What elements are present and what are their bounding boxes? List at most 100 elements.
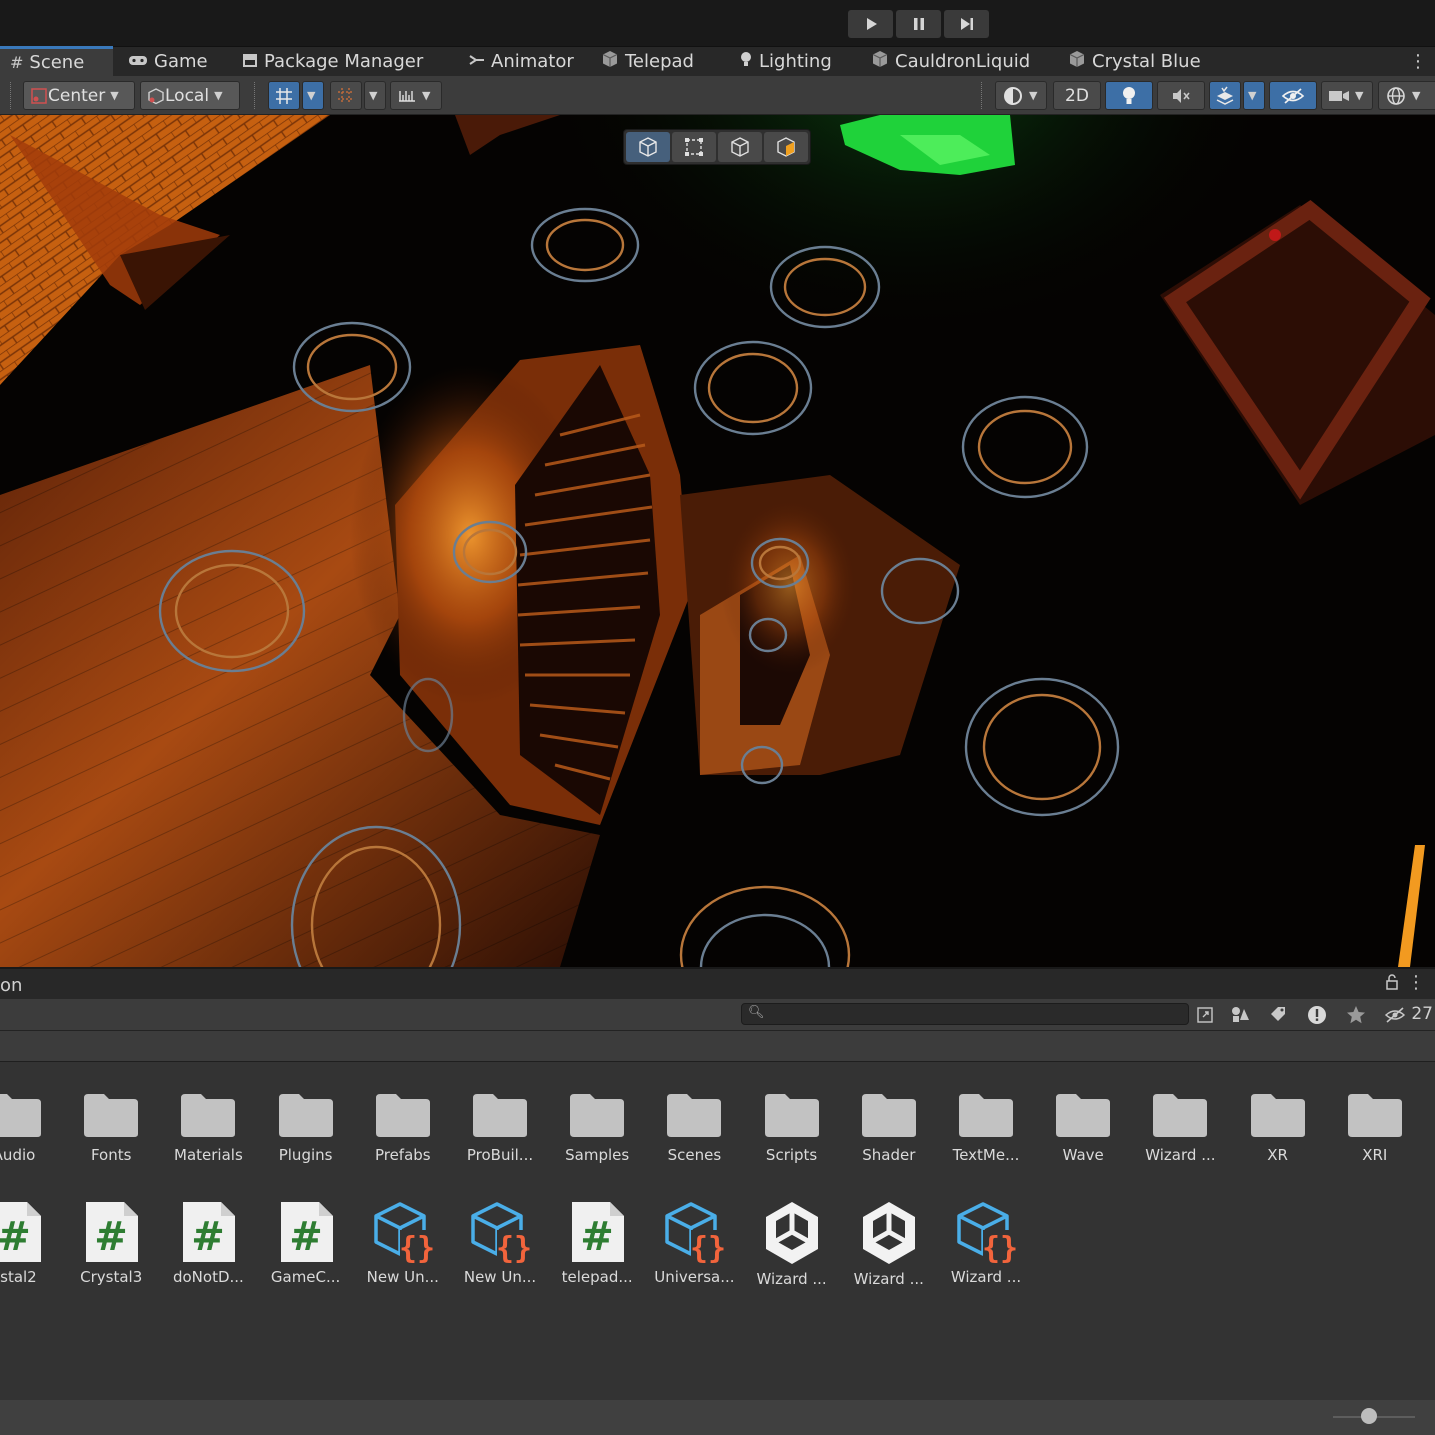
increment-snap-dropdown[interactable]: ▼ (364, 81, 386, 110)
scene-camera-dropdown[interactable]: ▼ (1321, 81, 1373, 110)
folder-item[interactable]: TextMe... (938, 1090, 1034, 1164)
filter-by-type-button[interactable] (1225, 1001, 1255, 1028)
filter-by-issues-button[interactable] (1302, 1001, 1332, 1028)
chevron-down-icon: ▼ (307, 89, 316, 102)
project-footer (0, 1400, 1435, 1435)
csharp-script-icon: # (568, 1200, 626, 1264)
pivot-center-dropdown[interactable]: Center ▼ (23, 81, 135, 110)
prefab-icon (1068, 50, 1086, 72)
shadergraph-asset-item[interactable]: {} Universa... (646, 1200, 742, 1286)
view-orientation-toolbar (623, 129, 811, 165)
folder-item[interactable]: XR (1230, 1090, 1326, 1164)
lock-icon[interactable] (1385, 974, 1399, 994)
shapes-filter-icon (1232, 1006, 1249, 1022)
csharp-script-icon: # (82, 1200, 140, 1264)
search-by-type-button[interactable] (1190, 1001, 1220, 1028)
tab-crystal-blue[interactable]: Crystal Blue (1060, 46, 1220, 76)
search-icon: 🔍︎ (748, 1005, 765, 1020)
folder-icon (1249, 1090, 1307, 1138)
folder-icon (568, 1090, 626, 1138)
effects-toggle[interactable] (1209, 81, 1241, 110)
hidden-packages-toggle[interactable] (1384, 1001, 1406, 1028)
cube-face-icon (777, 137, 795, 157)
folder-item[interactable]: Wave (1035, 1090, 1131, 1164)
probuilder-tool-button[interactable] (718, 132, 762, 162)
script-asset-item[interactable]: # Crystal3 (63, 1200, 159, 1286)
folder-icon (763, 1090, 821, 1138)
eye-hidden-icon (1281, 87, 1305, 104)
chevron-down-icon: ▼ (1412, 89, 1421, 102)
tab-scene[interactable]: # Scene (0, 46, 113, 76)
effects-dropdown[interactable]: ▼ (1243, 81, 1265, 110)
folder-item[interactable]: Prefabs (355, 1090, 451, 1164)
space-local-dropdown[interactable]: Local ▼ (140, 81, 240, 110)
pause-button[interactable] (896, 10, 941, 38)
icon-size-slider-handle[interactable] (1361, 1408, 1377, 1424)
scene-lighting-toggle[interactable] (1105, 81, 1153, 110)
view-tool-button[interactable] (626, 132, 670, 162)
folder-item[interactable]: Scenes (646, 1090, 742, 1164)
gamepad-icon (128, 52, 148, 71)
folder-item[interactable]: Plugins (258, 1090, 354, 1164)
folder-item[interactable]: XRI (1327, 1090, 1423, 1164)
tab-game[interactable]: Game (113, 46, 229, 76)
grid-snap-dropdown[interactable]: ▼ (302, 81, 324, 110)
shadergraph-asset-item[interactable]: {} Wizard ... (938, 1200, 1034, 1286)
folder-icon (1346, 1090, 1404, 1138)
scene-visibility-toggle[interactable] (1269, 81, 1317, 110)
step-button[interactable] (944, 10, 989, 38)
favorites-button[interactable] (1341, 1001, 1371, 1028)
shadergraph-asset-item[interactable]: {} New Un... (355, 1200, 451, 1286)
toolbar-separator (981, 82, 983, 109)
editor-tab-bar: # Scene Game Package Manager Animator Te… (0, 46, 1435, 76)
unity-scene-icon (859, 1200, 919, 1266)
toggle-2d-button[interactable]: 2D (1053, 81, 1101, 110)
folder-item[interactable]: Fonts (63, 1090, 159, 1164)
shader-graph-icon: {} (370, 1200, 436, 1264)
tab-animator[interactable]: Animator (455, 46, 593, 76)
folder-item[interactable]: Wizard ... (1132, 1090, 1228, 1164)
filter-by-label-button[interactable] (1263, 1001, 1293, 1028)
scene-asset-item[interactable]: Wizard ... (841, 1200, 937, 1288)
draw-mode-dropdown[interactable]: ▼ (995, 81, 1047, 110)
tab-package-manager[interactable]: Package Manager (229, 46, 455, 76)
grid-snap-toggle[interactable] (268, 81, 300, 110)
panel-title: on (0, 975, 23, 996)
project-panel-header: on ⋮ (0, 967, 1435, 999)
script-asset-item[interactable]: # ystal2 (0, 1200, 62, 1286)
chevron-down-icon: ▼ (369, 89, 378, 102)
more-options-icon[interactable]: ⋮ (1409, 51, 1427, 72)
folder-item[interactable]: Materials (160, 1090, 256, 1164)
tab-cauldronliquid[interactable]: CauldronLiquid (863, 46, 1060, 76)
ruler-snap-dropdown[interactable]: ▼ (390, 81, 442, 110)
bulb-icon (739, 50, 753, 72)
increment-snap-toggle[interactable] (330, 81, 362, 110)
more-options-icon[interactable]: ⋮ (1407, 972, 1425, 993)
script-asset-item[interactable]: # GameC... (258, 1200, 354, 1286)
script-asset-item[interactable]: # doNotD... (160, 1200, 256, 1286)
script-asset-item[interactable]: # telepad... (549, 1200, 645, 1286)
folder-item[interactable]: Shader (841, 1090, 937, 1164)
folder-item[interactable]: ProBuil... (452, 1090, 548, 1164)
audio-toggle[interactable] (1157, 81, 1205, 110)
folder-item[interactable]: Scripts (744, 1090, 840, 1164)
search-input[interactable]: 🔍︎ (741, 1003, 1189, 1025)
gizmos-dropdown[interactable]: ▼ (1378, 81, 1435, 110)
asset-label: ystal2 (0, 1268, 37, 1286)
scene-viewport[interactable] (0, 115, 1435, 967)
shadergraph-asset-item[interactable]: {} New Un... (452, 1200, 548, 1286)
tab-label: Scene (29, 52, 85, 73)
folder-label: Scenes (667, 1146, 722, 1164)
scene-asset-item[interactable]: Wizard ... (744, 1200, 840, 1288)
face-tool-button[interactable] (764, 132, 808, 162)
tab-lighting[interactable]: Lighting (731, 46, 863, 76)
chevron-down-icon: ▼ (110, 89, 119, 102)
breadcrumb-bar (0, 1031, 1435, 1062)
play-button[interactable] (848, 10, 893, 38)
prefab-icon (601, 50, 619, 72)
scene-toolbar: Center ▼ Local ▼ ▼ ▼ ▼ ▼ 2D ▼ ▼ ▼ (0, 76, 1435, 115)
tab-telepad[interactable]: Telepad (593, 46, 731, 76)
folder-item[interactable]: Samples (549, 1090, 645, 1164)
folder-item[interactable]: Audio (0, 1090, 62, 1164)
rect-tool-button[interactable] (672, 132, 716, 162)
